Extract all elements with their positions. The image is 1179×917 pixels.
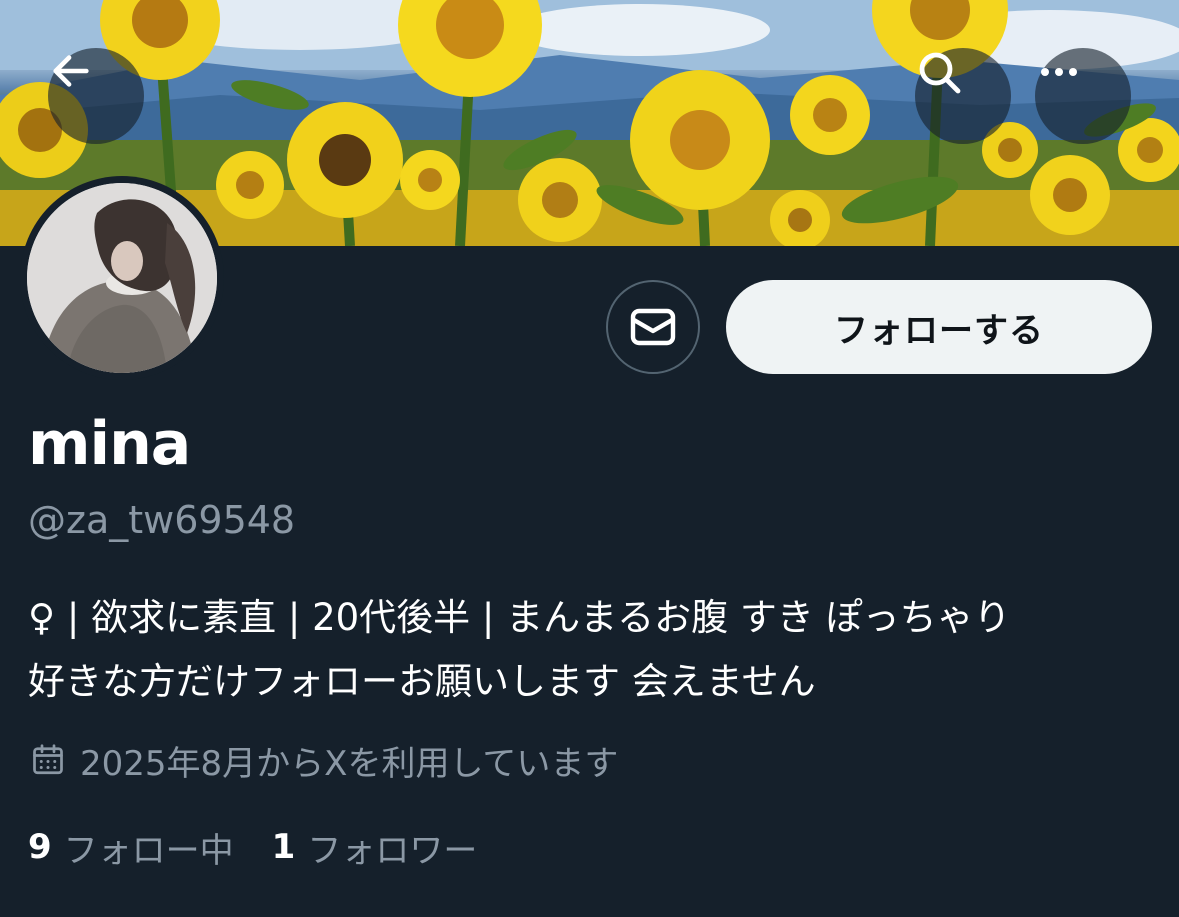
- followers-link[interactable]: 1 フォロワー: [272, 823, 478, 872]
- search-button[interactable]: [915, 48, 1011, 144]
- calendar-icon: [33, 744, 63, 775]
- message-button[interactable]: [606, 280, 700, 374]
- following-link[interactable]: 9 フォロー中: [28, 823, 234, 872]
- back-button[interactable]: [48, 48, 144, 144]
- following-label: フォロー中: [63, 830, 234, 871]
- avatar[interactable]: [20, 176, 224, 380]
- follow-stats: 9 フォロー中 1 フォロワー: [28, 820, 515, 874]
- profile-bio: ♀ | 欲求に素直 | 20代後半 | まんまるお腹 すき ぽっちゃり 好きな方…: [28, 596, 1011, 703]
- join-date-text: 2025年8月からXを利用しています: [80, 743, 619, 784]
- follow-button[interactable]: フォローする: [726, 280, 1152, 374]
- followers-count: 1: [271, 827, 296, 867]
- more-horizontal-icon: [1041, 68, 1077, 76]
- join-date: 2025年8月からXを利用しています: [30, 734, 618, 786]
- user-handle: @za_tw69548: [28, 498, 296, 542]
- display-name: mina: [28, 409, 191, 479]
- search-icon: [919, 52, 961, 94]
- more-options-button[interactable]: [1035, 48, 1131, 144]
- envelope-icon: [630, 308, 676, 346]
- followers-label: フォロワー: [307, 830, 478, 871]
- avatar-image: [27, 183, 217, 373]
- arrow-left-icon: [53, 55, 89, 87]
- following-count: 9: [28, 827, 52, 867]
